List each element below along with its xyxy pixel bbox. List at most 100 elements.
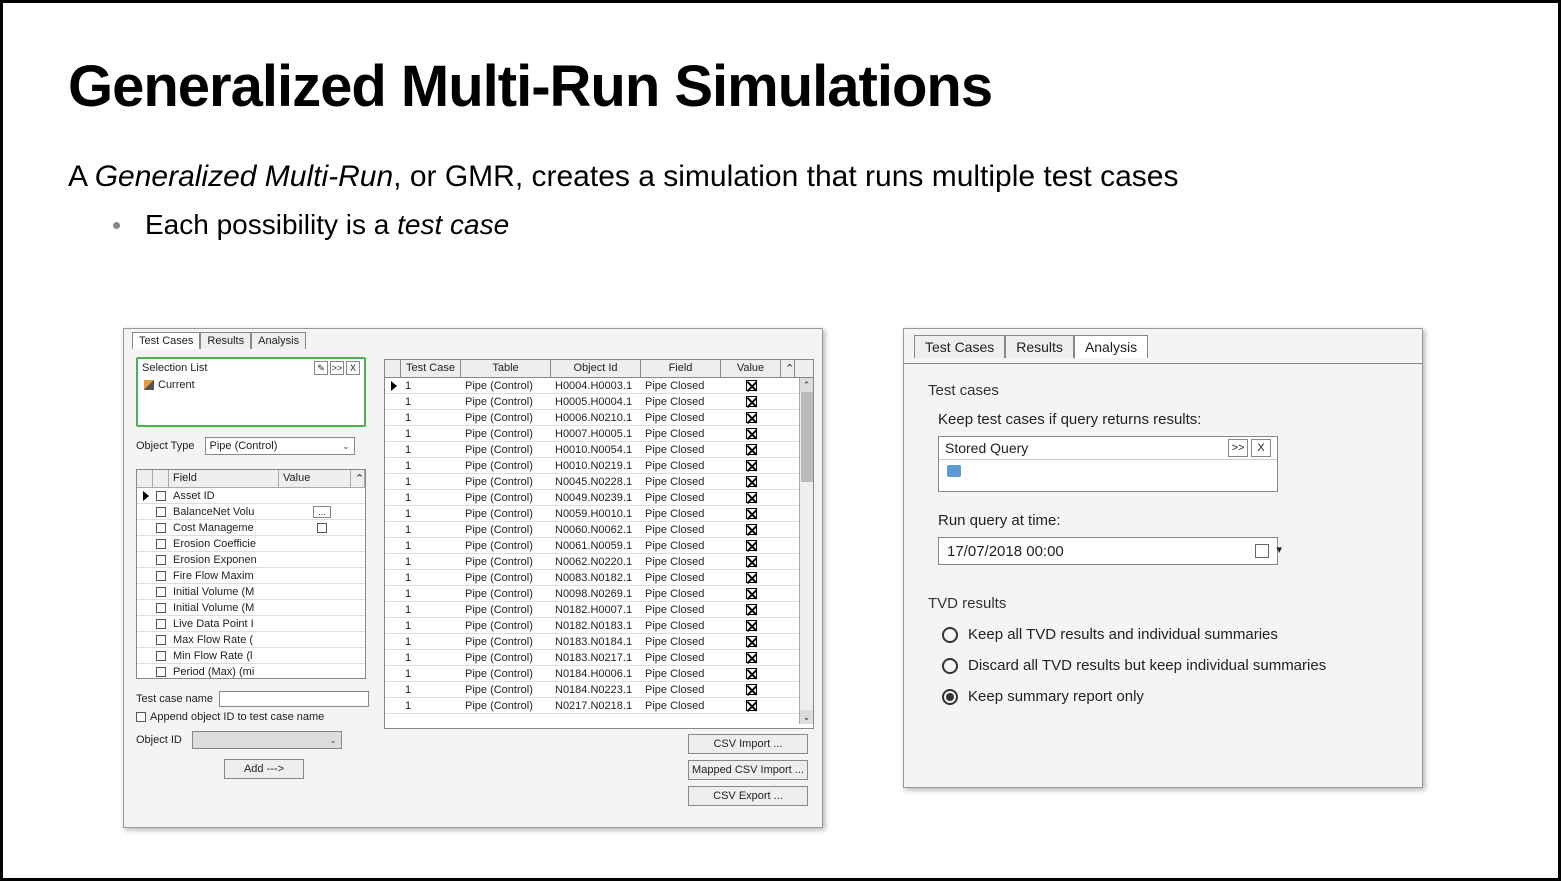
- table-row[interactable]: 1Pipe (Control)N0083.N0182.1Pipe Closed: [385, 570, 813, 586]
- cell-field: Pipe Closed: [641, 540, 721, 552]
- row-checkbox[interactable]: [156, 651, 166, 661]
- append-checkbox[interactable]: [136, 712, 146, 722]
- table-row[interactable]: 1Pipe (Control)N0182.N0183.1Pipe Closed: [385, 618, 813, 634]
- cell-test-case: 1: [401, 476, 461, 488]
- tab-results[interactable]: Results: [200, 332, 251, 349]
- scroll-thumb[interactable]: [801, 392, 813, 482]
- field-row[interactable]: Erosion Exponen: [137, 552, 365, 568]
- cell-table: Pipe (Control): [461, 412, 551, 424]
- csv-export-button[interactable]: CSV Export ...: [688, 786, 808, 806]
- row-checkbox[interactable]: [156, 491, 166, 501]
- next-button[interactable]: >>: [330, 361, 344, 375]
- table-row[interactable]: 1Pipe (Control)H0010.N0219.1Pipe Closed: [385, 458, 813, 474]
- table-row[interactable]: 1Pipe (Control)N0045.N0228.1Pipe Closed: [385, 474, 813, 490]
- append-label: Append object ID to test case name: [150, 711, 324, 723]
- table-row[interactable]: 1Pipe (Control)H0004.H0003.1Pipe Closed: [385, 378, 813, 394]
- row-checkbox[interactable]: [156, 603, 166, 613]
- row-checkbox[interactable]: [156, 667, 166, 677]
- radio-icon[interactable]: [942, 689, 958, 705]
- value-checkbox[interactable]: [317, 523, 327, 533]
- cell-table: Pipe (Control): [461, 444, 551, 456]
- ellipsis-button[interactable]: ...: [313, 506, 331, 518]
- object-id-label: Object ID: [136, 734, 182, 746]
- row-checkbox[interactable]: [156, 587, 166, 597]
- tvd-option-label: Discard all TVD results but keep individ…: [968, 657, 1326, 674]
- selection-list-label: Selection List: [142, 362, 207, 374]
- radio-icon[interactable]: [942, 627, 958, 643]
- tab-test-cases-2[interactable]: Test Cases: [914, 335, 1005, 358]
- object-id-combo[interactable]: ⌄: [192, 731, 342, 749]
- field-row[interactable]: Erosion Coefficie: [137, 536, 365, 552]
- checked-icon: [746, 476, 757, 487]
- table-row[interactable]: 1Pipe (Control)H0007.H0005.1Pipe Closed: [385, 426, 813, 442]
- tab-analysis[interactable]: Analysis: [251, 332, 306, 349]
- bullet-item: Each possibility is a test case: [113, 209, 1558, 241]
- table-row[interactable]: 1Pipe (Control)H0006.N0210.1Pipe Closed: [385, 410, 813, 426]
- scroll-down-icon[interactable]: ⌄: [800, 710, 813, 724]
- table-row[interactable]: 1Pipe (Control)N0182.H0007.1Pipe Closed: [385, 602, 813, 618]
- field-row[interactable]: Cost Manageme: [137, 520, 365, 536]
- tvd-option[interactable]: Keep all TVD results and individual summ…: [942, 626, 1398, 643]
- table-row[interactable]: 1Pipe (Control)N0059.H0010.1Pipe Closed: [385, 506, 813, 522]
- table-row[interactable]: 1Pipe (Control)N0049.N0239.1Pipe Closed: [385, 490, 813, 506]
- table-row[interactable]: 1Pipe (Control)N0184.N0223.1Pipe Closed: [385, 682, 813, 698]
- table-row[interactable]: 1Pipe (Control)N0062.N0220.1Pipe Closed: [385, 554, 813, 570]
- field-row[interactable]: Min Flow Rate (l: [137, 648, 365, 664]
- table-row[interactable]: 1Pipe (Control)N0061.N0059.1Pipe Closed: [385, 538, 813, 554]
- close-button[interactable]: X: [346, 361, 360, 375]
- tab-results-2[interactable]: Results: [1005, 335, 1074, 358]
- table-row[interactable]: 1Pipe (Control)H0005.H0004.1Pipe Closed: [385, 394, 813, 410]
- scrollbar[interactable]: ⌃ ⌄: [799, 378, 813, 724]
- query-next-button[interactable]: >>: [1228, 439, 1248, 457]
- row-checkbox[interactable]: [156, 635, 166, 645]
- object-type-combo[interactable]: Pipe (Control) ⌄: [205, 437, 355, 455]
- scroll-up-icon[interactable]: ⌃: [800, 378, 813, 392]
- row-checkbox[interactable]: [156, 507, 166, 517]
- field-row[interactable]: Asset ID: [137, 488, 365, 504]
- tvd-option[interactable]: Discard all TVD results but keep individ…: [942, 657, 1398, 674]
- scroll-up-icon[interactable]: ⌃: [351, 470, 365, 487]
- field-row[interactable]: Initial Volume (M: [137, 600, 365, 616]
- object-type-value: Pipe (Control): [210, 440, 278, 452]
- table-row[interactable]: 1Pipe (Control)N0183.N0217.1Pipe Closed: [385, 650, 813, 666]
- edit-icon[interactable]: ✎: [314, 361, 328, 375]
- selection-list-item[interactable]: Current: [138, 377, 364, 393]
- row-checkbox[interactable]: [156, 571, 166, 581]
- datetime-value: 17/07/2018 00:00: [947, 543, 1064, 560]
- tab-analysis-2[interactable]: Analysis: [1074, 335, 1148, 358]
- query-list-item[interactable]: [939, 460, 1277, 484]
- text-em: Generalized Multi-Run: [95, 160, 393, 193]
- tab-test-cases[interactable]: Test Cases: [132, 332, 200, 349]
- table-row[interactable]: 1Pipe (Control)N0060.N0062.1Pipe Closed: [385, 522, 813, 538]
- csv-import-button[interactable]: CSV Import ...: [688, 734, 808, 754]
- datetime-picker[interactable]: 17/07/2018 00:00: [938, 537, 1278, 565]
- row-checkbox[interactable]: [156, 539, 166, 549]
- row-checkbox[interactable]: [156, 523, 166, 533]
- field-row[interactable]: BalanceNet Volu...: [137, 504, 365, 520]
- field-row[interactable]: Initial Volume (M: [137, 584, 365, 600]
- object-type-label: Object Type: [136, 440, 195, 452]
- mapped-csv-import-button[interactable]: Mapped CSV Import ...: [688, 760, 808, 780]
- table-row[interactable]: 1Pipe (Control)N0098.N0269.1Pipe Closed: [385, 586, 813, 602]
- checked-icon: [746, 620, 757, 631]
- table-row[interactable]: 1Pipe (Control)H0010.N0054.1Pipe Closed: [385, 442, 813, 458]
- cell-table: Pipe (Control): [461, 668, 551, 680]
- test-case-name-input[interactable]: [219, 691, 369, 707]
- field-row[interactable]: Period (Max) (mi: [137, 664, 365, 679]
- field-row[interactable]: Live Data Point I: [137, 616, 365, 632]
- field-row[interactable]: Fire Flow Maxim: [137, 568, 365, 584]
- cell-field: Pipe Closed: [641, 700, 721, 712]
- scroll-up-icon[interactable]: ⌃: [781, 360, 795, 377]
- table-row[interactable]: 1Pipe (Control)N0217.N0218.1Pipe Closed: [385, 698, 813, 714]
- cell-test-case: 1: [401, 636, 461, 648]
- table-row[interactable]: 1Pipe (Control)N0184.H0006.1Pipe Closed: [385, 666, 813, 682]
- table-row[interactable]: 1Pipe (Control)N0183.N0184.1Pipe Closed: [385, 634, 813, 650]
- row-checkbox[interactable]: [156, 555, 166, 565]
- tvd-option[interactable]: Keep summary report only: [942, 688, 1398, 705]
- row-checkbox[interactable]: [156, 619, 166, 629]
- cell-table: Pipe (Control): [461, 652, 551, 664]
- add-button[interactable]: Add --->: [224, 759, 304, 779]
- query-close-button[interactable]: X: [1251, 439, 1271, 457]
- field-row[interactable]: Max Flow Rate (: [137, 632, 365, 648]
- radio-icon[interactable]: [942, 658, 958, 674]
